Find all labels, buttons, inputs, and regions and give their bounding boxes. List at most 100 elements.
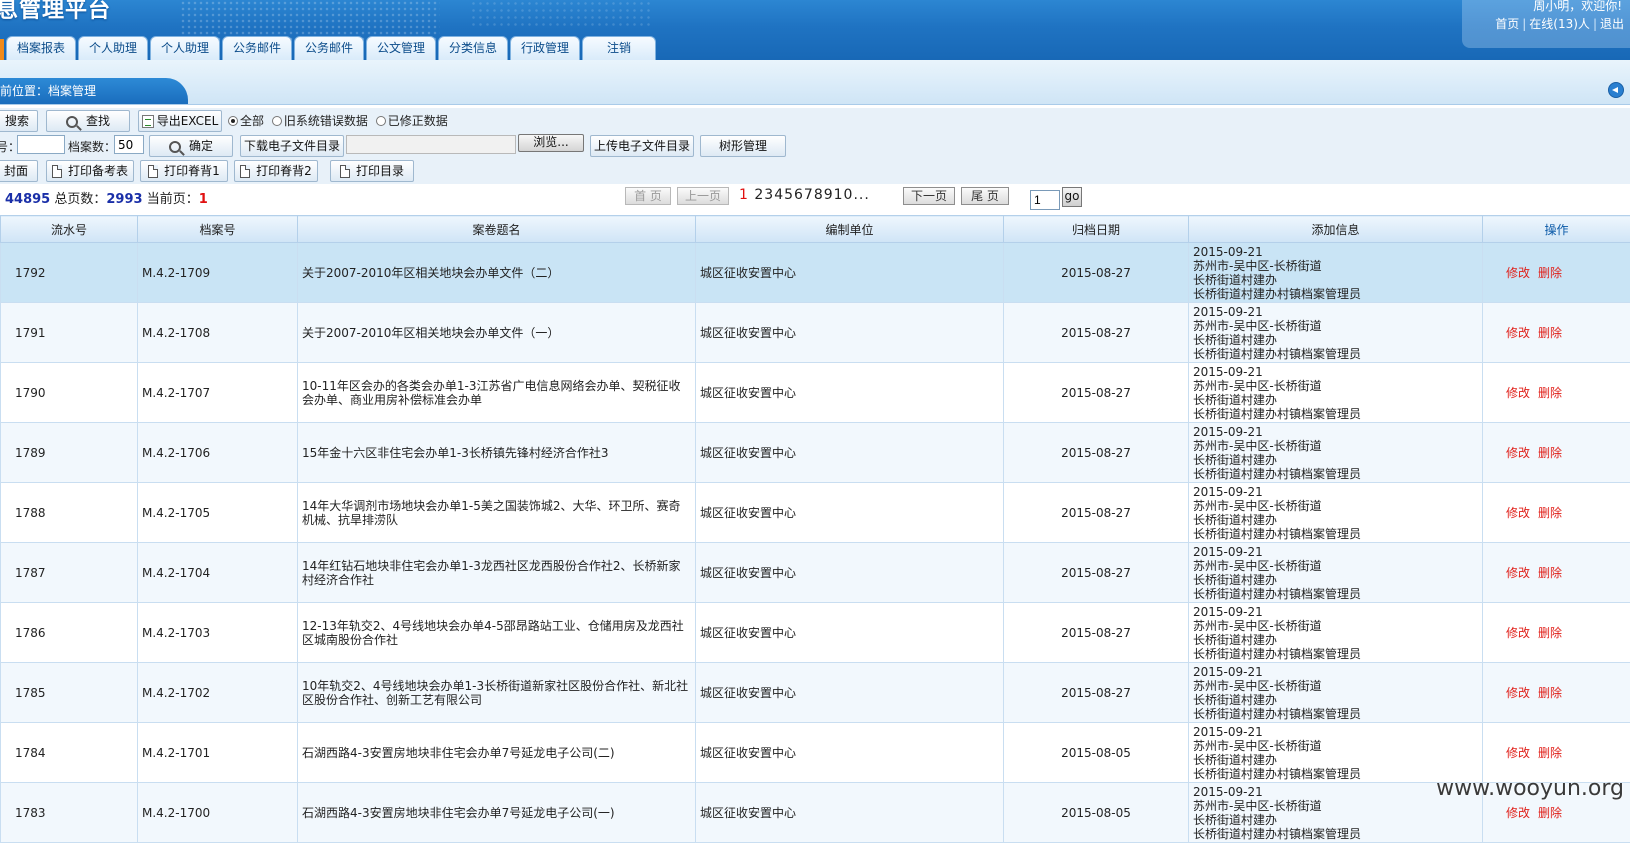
tree-management-button[interactable]: 树形管理 (700, 135, 786, 157)
delete-link[interactable]: 删除 (1538, 266, 1562, 280)
edit-link[interactable]: 修改 (1506, 326, 1530, 340)
tab-personal-assistant-2[interactable]: 个人助理 (150, 36, 220, 60)
archive-count-input[interactable] (114, 135, 144, 154)
tab-official-mail[interactable]: 公务邮件 (222, 36, 292, 60)
table-row[interactable]: 1792M.4.2-1709关于2007-2010年区相关地块会办单文件（二）城… (1, 243, 1630, 303)
cover-button[interactable]: 封面 (0, 160, 38, 182)
add-info-line: 长桥街道村建办 (1193, 273, 1478, 287)
delete-link[interactable]: 删除 (1538, 806, 1562, 820)
number-input[interactable] (17, 135, 65, 154)
export-excel-button[interactable]: 导出EXCEL (138, 110, 222, 132)
header-pattern (470, 0, 650, 30)
print-catalog-button[interactable]: 打印目录 (330, 160, 414, 182)
add-info-line: 长桥街道村建办 (1193, 693, 1478, 707)
table-row[interactable]: 1791M.4.2-1708关于2007-2010年区相关地块会办单文件（一）城… (1, 303, 1630, 363)
edit-link[interactable]: 修改 (1506, 566, 1530, 580)
tab-document-management[interactable]: 公文管理 (366, 36, 436, 60)
add-info-line: 苏州市-吴中区-长桥街道 (1193, 559, 1478, 573)
serial-cell: 1792 (1, 243, 138, 303)
edit-link[interactable]: 修改 (1506, 506, 1530, 520)
tab-personal-assistant[interactable]: 个人助理 (78, 36, 148, 60)
archive-no-cell: M.4.2-1705 (138, 483, 298, 543)
tab-logout[interactable]: 注销 (582, 36, 656, 60)
col-serial[interactable]: 流水号 (1, 216, 138, 243)
edit-link[interactable]: 修改 (1506, 446, 1530, 460)
page-numbers[interactable]: 1 2345678910... (739, 187, 870, 203)
table-row[interactable]: 1786M.4.2-170312-13年轨交2、4号线地块会办单4-5邵昂路站工… (1, 603, 1630, 663)
col-archive-no[interactable]: 档案号 (138, 216, 298, 243)
table-row[interactable]: 1790M.4.2-170710-11年区会办的各类会办单1-3江苏省广电信息网… (1, 363, 1630, 423)
unit-cell: 城区征收安置中心 (696, 543, 1004, 603)
unit-cell: 城区征收安置中心 (696, 483, 1004, 543)
tab-official-mail-2[interactable]: 公务邮件 (294, 36, 364, 60)
table-row[interactable]: 1785M.4.2-170210年轨交2、4号线地块会办单1-3长桥街道新家社区… (1, 663, 1630, 723)
last-page-button[interactable]: 尾 页 (961, 187, 1009, 205)
table-row[interactable]: 1789M.4.2-170615年金十六区非住宅会办单1-3长桥镇先锋村经济合作… (1, 423, 1630, 483)
print-spine-1-button[interactable]: 打印脊背1 (140, 160, 228, 182)
tab-category-info[interactable]: 分类信息 (438, 36, 508, 60)
unit-cell: 城区征收安置中心 (696, 303, 1004, 363)
table-row[interactable]: 1783M.4.2-1700石湖西路4-3安置房地块非住宅会办单7号延龙电子公司… (1, 783, 1630, 843)
tab-admin-management[interactable]: 行政管理 (510, 36, 580, 60)
col-title[interactable]: 案卷题名 (298, 216, 696, 243)
table-row[interactable]: 1787M.4.2-170414年红钻石地块非住宅会办单1-3龙西社区龙西股份合… (1, 543, 1630, 603)
add-info-cell: 2015-09-21苏州市-吴中区-长桥街道长桥街道村建办长桥街道村建办村镇档案… (1189, 243, 1483, 303)
radio-old-error[interactable]: 旧系统错误数据 (272, 114, 368, 128)
download-file-list-button[interactable]: 下载电子文件目录 (240, 135, 344, 157)
prev-page-button[interactable]: 上一页 (677, 187, 729, 205)
delete-link[interactable]: 删除 (1538, 686, 1562, 700)
logout-link[interactable]: 退出 (1600, 17, 1624, 31)
archive-date-cell: 2015-08-05 (1004, 783, 1189, 843)
radio-corrected[interactable]: 已修正数据 (376, 114, 448, 128)
add-info-line: 长桥街道村建办 (1193, 573, 1478, 587)
col-add-info[interactable]: 添加信息 (1189, 216, 1483, 243)
edit-link[interactable]: 修改 (1506, 746, 1530, 760)
edit-link[interactable]: 修改 (1506, 686, 1530, 700)
browse-button[interactable]: 浏览... (518, 134, 584, 152)
delete-link[interactable]: 删除 (1538, 566, 1562, 580)
print-reference-table-button[interactable]: 打印备考表 (46, 160, 134, 182)
add-info-line: 长桥街道村建办村镇档案管理员 (1193, 407, 1478, 421)
edit-link[interactable]: 修改 (1506, 386, 1530, 400)
find-button[interactable]: 查找 (46, 110, 130, 132)
print-spine-2-button[interactable]: 打印脊背2 (234, 160, 318, 182)
edit-link[interactable]: 修改 (1506, 626, 1530, 640)
delete-link[interactable]: 删除 (1538, 326, 1562, 340)
excel-icon (142, 115, 154, 128)
delete-link[interactable]: 删除 (1538, 746, 1562, 760)
go-button[interactable]: go (1062, 187, 1082, 207)
edit-link[interactable]: 修改 (1506, 266, 1530, 280)
serial-cell: 1785 (1, 663, 138, 723)
archive-no-cell: M.4.2-1706 (138, 423, 298, 483)
archive-no-cell: M.4.2-1708 (138, 303, 298, 363)
back-icon[interactable] (1608, 82, 1624, 98)
goto-page-input[interactable] (1030, 190, 1060, 210)
search-button[interactable]: 搜索 (0, 110, 38, 132)
radio-selected-icon[interactable] (228, 116, 238, 126)
edit-link[interactable]: 修改 (1506, 806, 1530, 820)
archive-count-label: 档案数： (68, 138, 116, 155)
col-unit[interactable]: 编制单位 (696, 216, 1004, 243)
upload-file-list-button[interactable]: 上传电子文件目录 (590, 135, 694, 157)
file-path-input[interactable] (346, 135, 516, 154)
operations-cell: 修改删除 (1483, 483, 1630, 543)
delete-link[interactable]: 删除 (1538, 626, 1562, 640)
delete-link[interactable]: 删除 (1538, 506, 1562, 520)
delete-link[interactable]: 删除 (1538, 446, 1562, 460)
radio-icon[interactable] (272, 116, 282, 126)
next-page-button[interactable]: 下一页 (903, 187, 955, 205)
confirm-button[interactable]: 确定 (149, 135, 233, 157)
tab-archive-report[interactable]: 档案报表 (6, 36, 76, 60)
col-archive-date[interactable]: 归档日期 (1004, 216, 1189, 243)
table-row[interactable]: 1784M.4.2-1701石湖西路4-3安置房地块非住宅会办单7号延龙电子公司… (1, 723, 1630, 783)
radio-all[interactable]: 全部 (228, 114, 264, 128)
first-page-button[interactable]: 首 页 (625, 187, 671, 205)
home-link[interactable]: 首页 (1495, 17, 1519, 31)
add-info-line: 苏州市-吴中区-长桥街道 (1193, 679, 1478, 693)
title-cell: 12-13年轨交2、4号线地块会办单4-5邵昂路站工业、仓储用房及龙西社区城南股… (298, 603, 696, 663)
radio-icon[interactable] (376, 116, 386, 126)
table-row[interactable]: 1788M.4.2-170514年大华调剂市场地块会办单1-5美之国装饰城2、大… (1, 483, 1630, 543)
title-cell: 关于2007-2010年区相关地块会办单文件（二） (298, 243, 696, 303)
delete-link[interactable]: 删除 (1538, 386, 1562, 400)
online-users-link[interactable]: 在线(13)人 (1529, 17, 1590, 31)
